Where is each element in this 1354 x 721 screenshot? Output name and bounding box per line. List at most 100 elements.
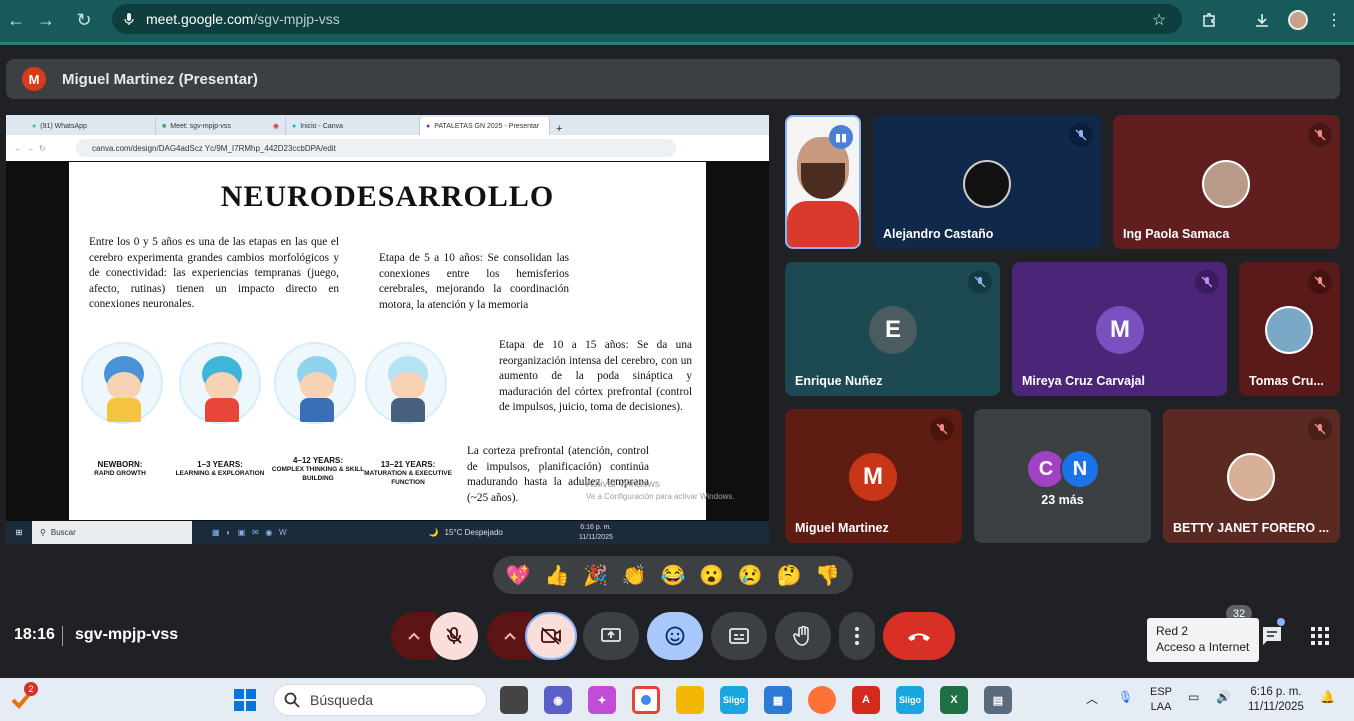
notification-app-icon[interactable]: 2 [10,682,38,712]
network-status: Acceso a Internet [1156,640,1250,654]
hang-up-icon [908,633,930,641]
slide-paragraph: Etapa de 10 a 15 años: Se da una reorgan… [499,339,692,413]
forward-icon[interactable]: → [30,4,62,36]
avatar: M [849,453,897,501]
chrome-icon[interactable] [632,686,660,714]
slide-paragraph: Etapa de 5 a 10 años: Se consolidan las … [379,252,569,311]
firefox-icon[interactable] [808,686,836,714]
input-language[interactable]: ESP LAA [1150,685,1172,715]
clock-date: 11/11/2025 [1248,701,1304,713]
shared-clock-date: 11/11/2025 [578,533,613,541]
shared-taskbar-search: ⚲ Buscar [32,521,192,544]
participant-tile[interactable]: Ing Paola Samaca [1113,115,1340,249]
excel-icon[interactable]: X [940,686,968,714]
calculator-icon[interactable]: ▤ [984,686,1012,714]
participant-tile[interactable]: Tomas Cru... [1239,262,1340,396]
slide-title: NEURODESARROLLO [220,180,555,213]
shared-weather: 15°C Despejado [444,528,503,537]
reaction-thumbs-down[interactable]: 👎 [815,563,840,588]
task-view-icon[interactable] [500,686,528,714]
mic-off-icon [1195,270,1219,294]
system-clock[interactable]: 6:16 p. m. 11/11/2025 [1248,685,1304,715]
leave-call-button[interactable] [883,612,955,660]
windows-start-icon[interactable] [234,689,256,711]
bookmark-star-icon[interactable]: ☆ [1145,6,1173,34]
presenter-bar: M Miguel Martinez (Presentar) [6,59,1340,99]
teen-illustration [365,342,447,424]
avatar [963,160,1011,208]
stage-subtitle: RAPID GROWTH [94,470,146,477]
reaction-clap[interactable]: 👏 [622,563,647,588]
file-explorer-icon[interactable] [676,686,704,714]
participant-tile-self[interactable]: ▮▮ [785,115,861,249]
participant-name: Alejandro Castaño [883,227,994,241]
reload-icon[interactable]: ↻ [68,4,100,36]
reactions-button[interactable] [647,612,703,660]
shared-windows-taskbar: ⊞ ⚲ Buscar ▦ ◐ ▣ ✉ ◉ W 🌙 15°C Despejado 6… [6,521,769,544]
network-tooltip: Red 2 Acceso a Internet [1147,618,1259,662]
notifications-bell-icon[interactable]: 🔔 [1320,690,1335,705]
raise-hand-button[interactable] [775,612,831,660]
network-name: Red 2 [1156,624,1189,638]
reaction-thinking[interactable]: 🤔 [776,563,801,588]
shared-tab: ● (91) WhatsApp [26,117,156,135]
shared-tab-label: (91) WhatsApp [40,122,87,130]
present-screen-button[interactable] [583,612,639,660]
shared-screen: ● (91) WhatsApp ■ Meet: sgv-mpjp-vss ◉ ● Ini… [6,115,769,544]
presenter-title: Miguel Martinez (Presentar) [62,70,258,88]
teams-chat-icon[interactable]: ◉ [544,686,572,714]
control-panel-icon[interactable]: ▦ [764,686,792,714]
emoji-icon [665,626,685,646]
reaction-sad[interactable]: 😢 [738,563,763,588]
copilot-icon[interactable]: ✦ [588,686,616,714]
network-icon[interactable]: ▭ [1188,690,1199,705]
more-participants-tile[interactable]: C N 23 más [974,409,1151,543]
extensions-icon[interactable] [1195,6,1223,34]
more-vert-icon [855,627,859,645]
shared-url: canva.com/design/DAG4adScz Yc/9M_I7RMhp_… [92,143,336,153]
reaction-sparkling-heart[interactable]: 💖 [506,563,531,588]
reaction-laugh[interactable]: 😂 [661,563,686,588]
acrobat-icon[interactable]: A [852,686,880,714]
captions-button[interactable] [711,612,767,660]
mic-off-icon [446,627,462,644]
participant-tile[interactable]: E Enrique Nuñez [785,262,1000,396]
stage-title: NEWBORN: [97,460,143,469]
profile-avatar[interactable] [1284,6,1312,34]
participant-tile[interactable]: M Miguel Martinez [785,409,962,543]
menu-kebab-icon[interactable]: ⋮ [1320,6,1348,34]
siigo-icon[interactable]: Siigo [896,686,924,714]
divider [62,626,63,646]
address-bar[interactable]: meet.google.com/sgv-mpjp-vss [112,4,1182,34]
download-icon[interactable] [1248,6,1276,34]
taskbar-search-input[interactable]: Búsqueda [273,684,487,716]
newborn-illustration [81,342,163,424]
mic-toggle-button[interactable] [430,612,478,660]
hand-icon [793,625,809,646]
participant-tile[interactable]: Alejandro Castaño [873,115,1101,249]
camera-toggle-button[interactable] [525,612,577,660]
shared-tab-label: PATALETAS GN 2025 - Presentar [434,122,540,130]
stage-label: NEWBORN: RAPID GROWTH [65,460,175,478]
site-info-icon[interactable] [122,12,136,26]
child-illustration [274,342,356,424]
tray-chevron-icon[interactable]: ︿ [1086,692,1098,707]
language-code: ESP [1150,686,1173,698]
reaction-thumbs-up[interactable]: 👍 [545,563,570,588]
siigo-icon[interactable]: Siigo [720,686,748,714]
volume-icon[interactable]: 🔊 [1216,690,1231,705]
reaction-party[interactable]: 🎉 [583,563,608,588]
participant-tile[interactable]: BETTY JANET FORERO ... [1163,409,1340,543]
chat-icon[interactable] [1260,618,1285,648]
back-icon[interactable]: ← [0,4,32,36]
divider [0,42,1354,45]
participant-tile[interactable]: M Mireya Cruz Carvajal [1012,262,1227,396]
participant-name: Enrique Nuñez [795,374,883,388]
participant-name: Miguel Martinez [795,521,889,535]
more-options-button[interactable] [839,612,875,660]
stage-title: 13–21 YEARS: [380,460,436,469]
camera-off-icon [541,627,561,645]
microphone-icon[interactable]: 🎙 [1118,690,1133,705]
reaction-surprised[interactable]: 😮 [699,563,724,588]
activities-grid-icon[interactable] [1310,626,1330,646]
